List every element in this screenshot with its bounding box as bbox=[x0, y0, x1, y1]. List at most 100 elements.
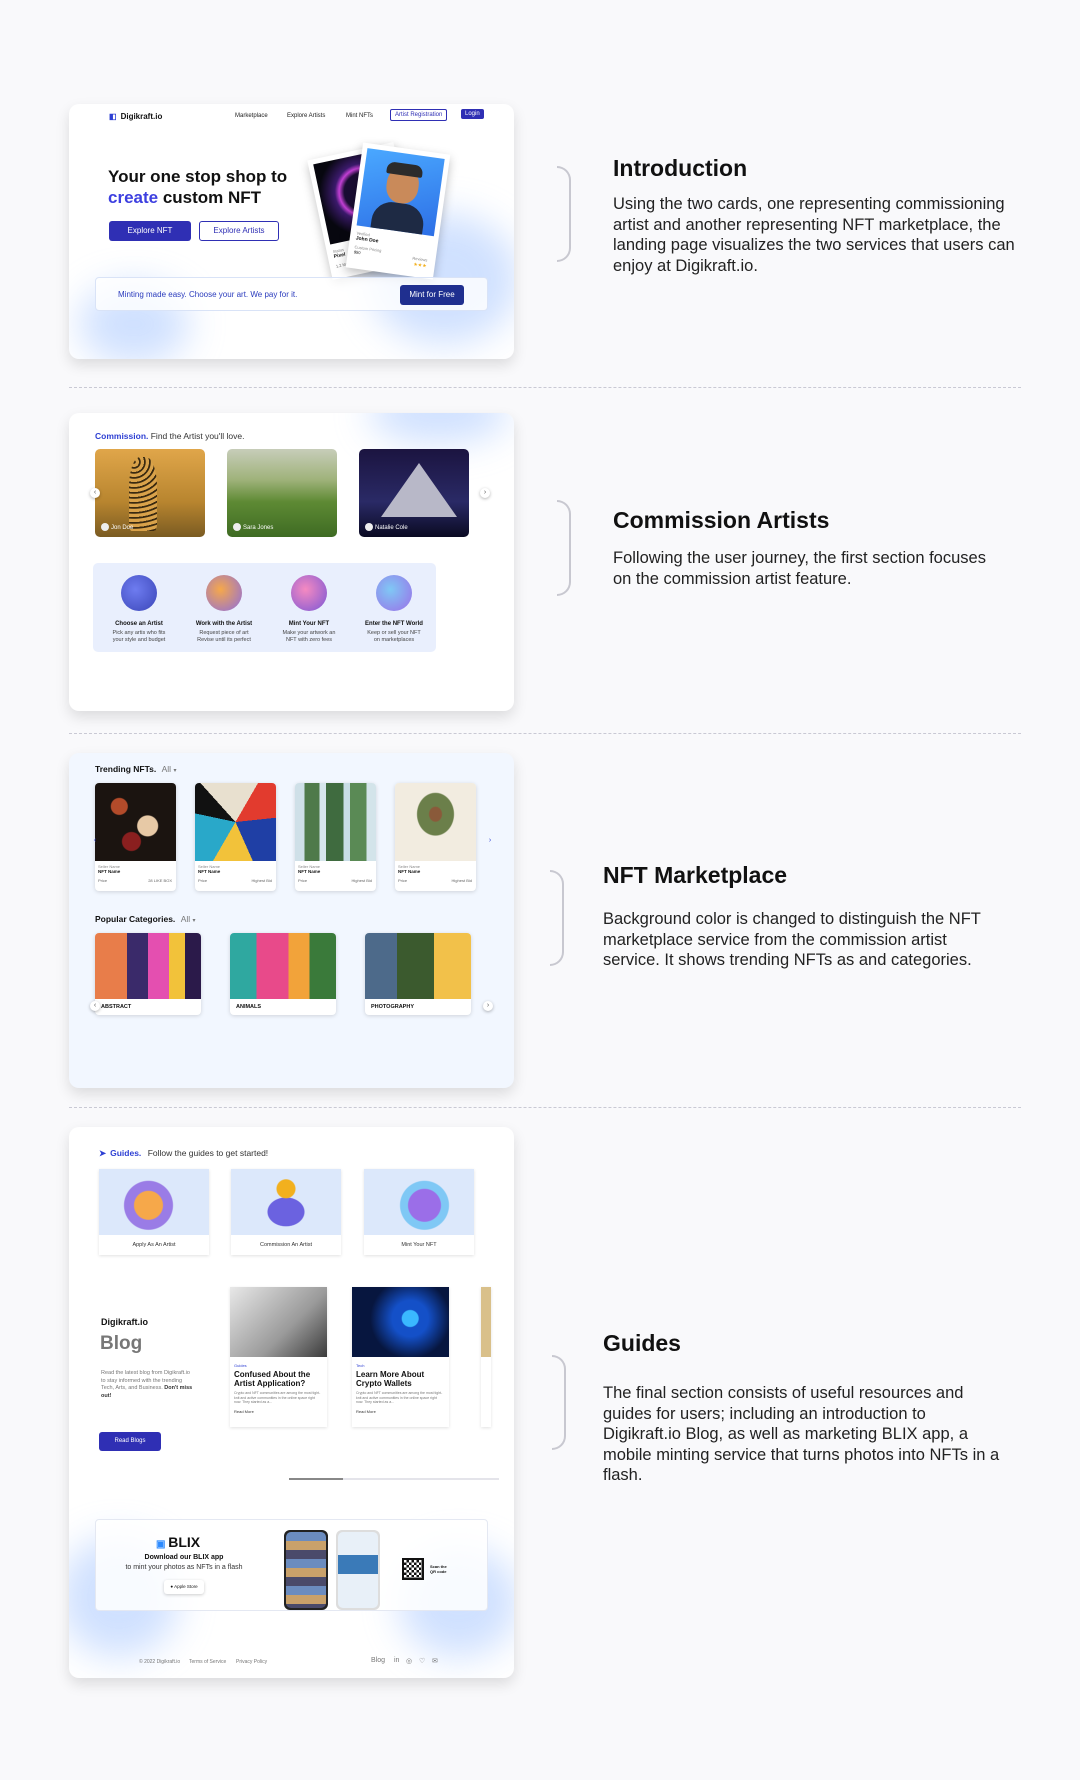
mail-icon[interactable]: ✉ bbox=[432, 1657, 438, 1665]
logo-icon: ◧ bbox=[109, 112, 117, 121]
carousel-prev-arrow[interactable]: ‹ bbox=[90, 836, 100, 846]
privacy-link[interactable]: Privacy Policy bbox=[236, 1659, 267, 1665]
section-title-commission: Commission Artists bbox=[613, 507, 830, 533]
popular-filter[interactable]: All bbox=[181, 914, 190, 924]
nav-marketplace[interactable]: Marketplace bbox=[235, 113, 268, 119]
trending-heading: Trending NFTs. All ▾ bbox=[95, 764, 177, 774]
nft-image bbox=[395, 783, 476, 861]
artist-registration-button[interactable]: Artist Registration bbox=[390, 109, 448, 121]
guides-heading: ➤ Guides. Follow the guides to get starte… bbox=[99, 1148, 269, 1158]
section-body-commission: Following the user journey, the first se… bbox=[613, 549, 986, 588]
artist-at-laptop-icon bbox=[206, 575, 242, 611]
rating-stars: ★★★ bbox=[412, 261, 427, 270]
blix-logo: ▣ BLIX bbox=[156, 1534, 201, 1550]
nft-card[interactable]: Seller Name NFT Name Price Highest Bid bbox=[295, 783, 376, 891]
phone-mockup bbox=[336, 1530, 380, 1610]
divider bbox=[69, 733, 1021, 734]
category-card[interactable]: ANIMALS bbox=[230, 933, 336, 1015]
nft-card[interactable]: Seller Name NFT Name Price Highest Bid bbox=[395, 783, 476, 891]
category-card[interactable]: PHOTOGRAPHY bbox=[365, 933, 471, 1015]
nft-image bbox=[95, 783, 176, 861]
category-card[interactable]: ABSTRACT bbox=[95, 933, 201, 1015]
steps-panel: Choose an Artist Pick any artis who fits… bbox=[93, 563, 436, 652]
chevron-down-icon[interactable]: ▾ bbox=[193, 918, 196, 924]
artist-card[interactable]: Sara Jones bbox=[227, 449, 337, 537]
rocket-icon: ➤ bbox=[99, 1148, 107, 1158]
artist-card[interactable]: Natalie Cole bbox=[359, 449, 469, 537]
artist-at-laptop-icon bbox=[99, 1169, 209, 1235]
trending-filter[interactable]: All bbox=[162, 764, 171, 774]
nft-card[interactable]: Seller Name NFT Name Price 28 LIKE BOX bbox=[95, 783, 176, 891]
category-image bbox=[230, 933, 336, 999]
terms-link[interactable]: Terms of Service bbox=[189, 1659, 226, 1665]
read-blogs-button[interactable]: Read Blogs bbox=[99, 1432, 161, 1451]
blog-image bbox=[352, 1287, 449, 1357]
explore-artists-button[interactable]: Explore Artists bbox=[199, 221, 279, 241]
guide-card[interactable]: Mint Your NFT bbox=[364, 1169, 474, 1255]
footer: © 2022 Digikraft.io Terms of Service Pri… bbox=[139, 1657, 438, 1665]
marketplace-card: Trending NFTs. All ▾ Seller Name NFT Nam… bbox=[69, 753, 514, 1088]
nft-card[interactable]: Seller Name NFT Name Price Highest Bid bbox=[195, 783, 276, 891]
palette-icon bbox=[121, 575, 157, 611]
brace bbox=[552, 1355, 566, 1450]
divider bbox=[69, 387, 1021, 388]
nft-image bbox=[195, 783, 276, 861]
login-button[interactable]: Login bbox=[461, 109, 484, 119]
apple-store-button[interactable]: ● Apple Store bbox=[164, 1580, 204, 1594]
carousel-next-arrow[interactable]: › bbox=[483, 1001, 493, 1011]
brace bbox=[557, 166, 571, 262]
nft-world-icon bbox=[364, 1169, 474, 1235]
read-more-link[interactable]: Read More bbox=[356, 1409, 445, 1414]
nav-mint-nfts[interactable]: Mint NFTs bbox=[346, 113, 373, 119]
carousel-prev-arrow[interactable]: ‹ bbox=[90, 488, 100, 498]
carousel-next-arrow[interactable]: › bbox=[480, 488, 490, 498]
nft-world-icon bbox=[376, 575, 412, 611]
step-work-with-artist: Work with the Artist Request piece of ar… bbox=[184, 563, 264, 644]
logo[interactable]: ◧ Digikraft.io bbox=[109, 112, 162, 121]
linkedin-icon[interactable]: in bbox=[394, 1657, 399, 1664]
step-mint-nft: Mint Your NFT Make your artwork an NFT w… bbox=[269, 563, 349, 644]
artist-card[interactable]: Jon Doe bbox=[95, 449, 205, 537]
category-image bbox=[95, 933, 201, 999]
blog-post-card[interactable]: Tech Learn More About Crypto Wallets Cry… bbox=[352, 1287, 449, 1427]
guide-card[interactable]: Apply As An Artist bbox=[99, 1169, 209, 1255]
commission-heading: Commission. Find the Artist you'll love. bbox=[95, 431, 245, 441]
read-more-link[interactable]: Read More bbox=[234, 1409, 323, 1414]
commission-card: Commission. Find the Artist you'll love.… bbox=[69, 413, 514, 711]
hero-title: Your one stop shop to create custom NFT bbox=[108, 167, 288, 207]
blog-post-card[interactable]: Guides Confused About the Artist Applica… bbox=[230, 1287, 327, 1427]
artist-avatar bbox=[356, 148, 445, 237]
chevron-down-icon[interactable]: ▾ bbox=[173, 768, 176, 774]
blog-intro: Read the latest blog from Digikraft.io t… bbox=[101, 1370, 193, 1399]
nft-image bbox=[295, 783, 376, 861]
intro-card: ◧ Digikraft.io Marketplace Explore Artist… bbox=[69, 104, 514, 359]
brace bbox=[550, 870, 564, 966]
carousel-next-arrow[interactable]: › bbox=[485, 836, 495, 846]
explore-nft-button[interactable]: Explore NFT bbox=[109, 221, 191, 241]
category-image bbox=[365, 933, 471, 999]
section-title-intro: Introduction bbox=[613, 155, 748, 181]
blog-image bbox=[230, 1287, 327, 1357]
section-body-marketplace: Background color is changed to distingui… bbox=[603, 910, 981, 969]
mint-for-free-button[interactable]: Mint for Free bbox=[400, 285, 464, 305]
section-body-intro: Using the two cards, one representing co… bbox=[613, 195, 1015, 275]
blog-brand: Digikraft.io bbox=[101, 1317, 149, 1327]
section-title-marketplace: NFT Marketplace bbox=[603, 862, 788, 888]
instagram-icon[interactable]: ◎ bbox=[406, 1657, 412, 1665]
section-body-guides: The final section consists of useful res… bbox=[603, 1384, 1000, 1484]
nav-explore-artists[interactable]: Explore Artists bbox=[287, 113, 325, 119]
navbar: ◧ Digikraft.io Marketplace Explore Artist… bbox=[69, 104, 514, 128]
section-title-guides: Guides bbox=[603, 1330, 681, 1356]
handshake-icon bbox=[231, 1169, 341, 1235]
blog-post-card-partial[interactable] bbox=[481, 1287, 491, 1427]
guides-card: ➤ Guides. Follow the guides to get starte… bbox=[69, 1127, 514, 1678]
footer-blog-link[interactable]: Blog bbox=[371, 1657, 385, 1664]
step-choose-artist: Choose an Artist Pick any artis who fits… bbox=[99, 563, 179, 644]
blog-scrollbar-thumb[interactable] bbox=[289, 1478, 343, 1480]
carousel-prev-arrow[interactable]: ‹ bbox=[90, 1001, 100, 1011]
divider bbox=[69, 1107, 1021, 1108]
guide-card[interactable]: Commission An Artist bbox=[231, 1169, 341, 1255]
artist-card-front: Verified John Doe Custom Pricing $50 Rev… bbox=[345, 142, 451, 280]
twitter-icon[interactable]: ♡ bbox=[419, 1657, 425, 1665]
blog-heading: Blog bbox=[100, 1333, 143, 1354]
